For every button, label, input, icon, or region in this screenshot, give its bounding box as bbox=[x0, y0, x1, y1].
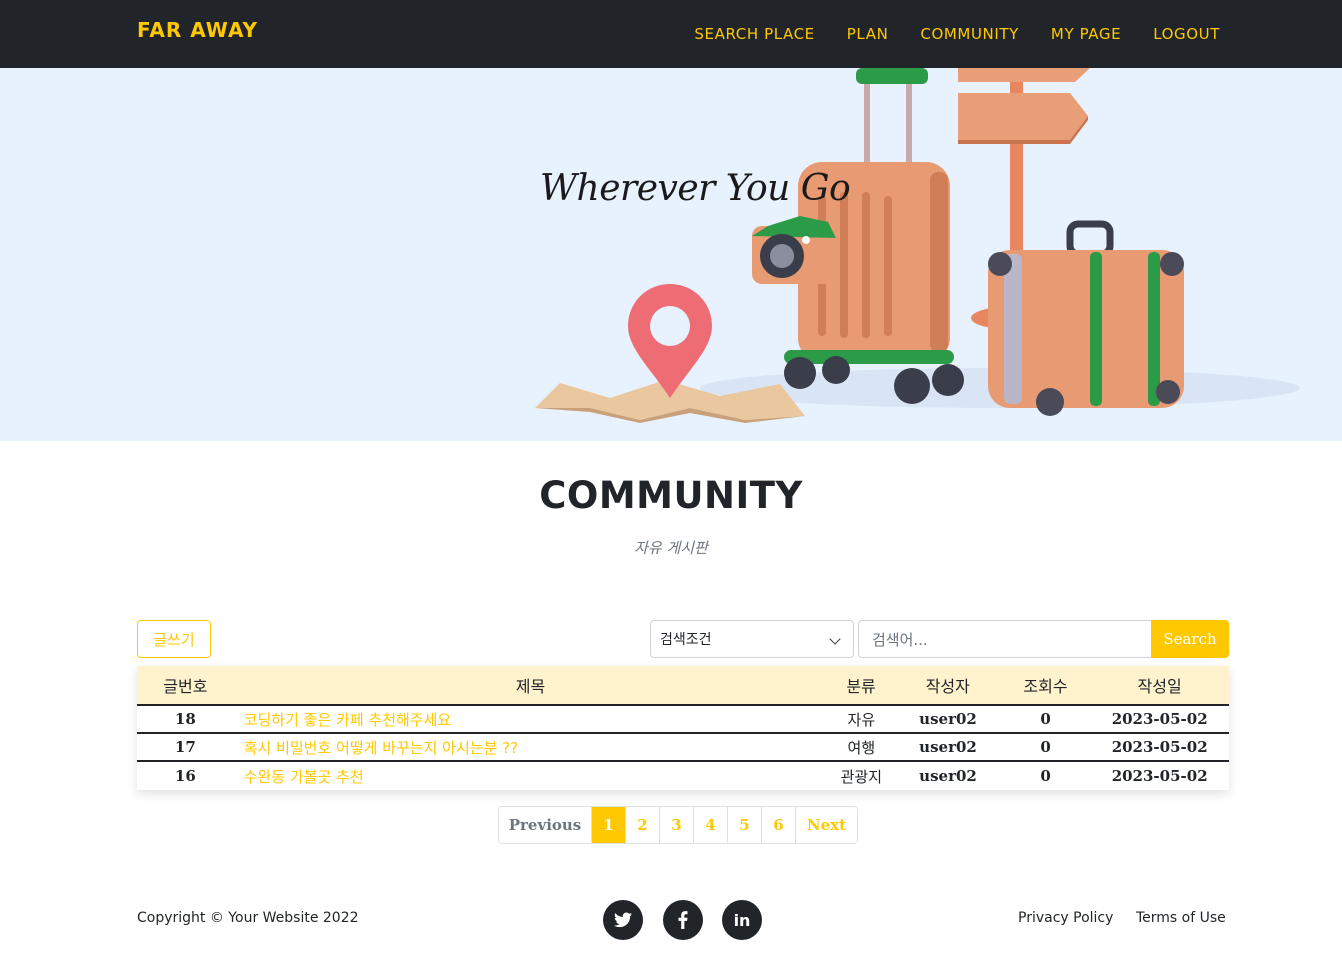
cell-date: 2023-05-02 bbox=[1111, 767, 1208, 785]
header-views: 조회수 bbox=[1023, 677, 1068, 696]
navbar: FAR AWAY SEARCH PLACE PLAN COMMUNITY MY … bbox=[0, 0, 1342, 68]
page-1-button[interactable]: 1 bbox=[592, 807, 626, 843]
hero-tagline: Wherever You Go bbox=[540, 168, 851, 209]
previous-page-button[interactable]: Previous bbox=[499, 807, 592, 843]
page-3-button[interactable]: 3 bbox=[660, 807, 694, 843]
nav-search-place[interactable]: SEARCH PLACE bbox=[694, 25, 814, 43]
write-post-button[interactable]: 글쓰기 bbox=[137, 620, 211, 658]
nav-community[interactable]: COMMUNITY bbox=[920, 25, 1019, 43]
cell-no: 16 bbox=[174, 767, 196, 785]
search-button[interactable]: Search bbox=[1151, 620, 1229, 658]
table-row: 18 코딩하기 좋은 카페 추천해주세요 자유 user02 0 2023-05… bbox=[137, 706, 1229, 734]
linkedin-button[interactable]: in bbox=[722, 900, 762, 940]
chevron-down-icon bbox=[829, 633, 841, 645]
brand-logo[interactable]: FAR AWAY bbox=[137, 18, 258, 42]
twitter-icon bbox=[614, 912, 632, 928]
copyright-text: Copyright © Your Website 2022 bbox=[137, 910, 359, 926]
page-title: COMMUNITY bbox=[539, 474, 803, 517]
cell-author: user02 bbox=[919, 767, 977, 785]
page-2-button[interactable]: 2 bbox=[626, 807, 660, 843]
page-4-button[interactable]: 4 bbox=[694, 807, 728, 843]
pagination: Previous 1 2 3 4 5 6 Next bbox=[498, 806, 858, 844]
cell-author: user02 bbox=[919, 710, 977, 728]
travel-illustration bbox=[535, 68, 1300, 423]
facebook-button[interactable] bbox=[663, 900, 703, 940]
table-row: 16 수완동 가볼곳 추천 관광지 user02 0 2023-05-02 bbox=[137, 762, 1229, 790]
search-condition-value: 검색조건 bbox=[660, 632, 712, 648]
cell-views: 0 bbox=[1040, 738, 1051, 756]
header-author: 작성자 bbox=[925, 677, 970, 696]
page-5-button[interactable]: 5 bbox=[728, 807, 762, 843]
board-table: 글번호 제목 분류 작성자 조회수 작성일 18 코딩하기 좋은 카페 추천해주… bbox=[137, 666, 1229, 790]
page-6-button[interactable]: 6 bbox=[762, 807, 796, 843]
cell-views: 0 bbox=[1040, 710, 1051, 728]
cell-no: 17 bbox=[174, 738, 196, 756]
linkedin-icon: in bbox=[733, 910, 751, 930]
hero-banner: Wherever You Go bbox=[0, 68, 1342, 441]
header-category: 분류 bbox=[846, 677, 876, 696]
cell-category: 여행 bbox=[847, 738, 876, 757]
cell-author: user02 bbox=[919, 738, 977, 756]
nav-plan[interactable]: PLAN bbox=[847, 25, 889, 43]
cell-date: 2023-05-02 bbox=[1111, 710, 1208, 728]
search-condition-select[interactable]: 검색조건 bbox=[650, 620, 854, 658]
cell-date: 2023-05-02 bbox=[1111, 738, 1208, 756]
search-placeholder: 검색어... bbox=[872, 630, 928, 649]
cell-category: 자유 bbox=[847, 710, 876, 729]
next-page-button[interactable]: Next bbox=[796, 807, 857, 843]
post-title-link[interactable]: 혹시 비밀번호 어떻게 바꾸는지 아시는분 ?? bbox=[234, 737, 828, 758]
search-input[interactable]: 검색어... bbox=[858, 620, 1152, 658]
twitter-button[interactable] bbox=[603, 900, 643, 940]
terms-of-use-link[interactable]: Terms of Use bbox=[1136, 910, 1226, 926]
cell-category: 관광지 bbox=[840, 767, 883, 786]
nav-logout[interactable]: LOGOUT bbox=[1153, 25, 1220, 43]
facebook-icon bbox=[678, 911, 688, 929]
header-title: 제목 bbox=[515, 677, 546, 696]
post-title-link[interactable]: 코딩하기 좋은 카페 추천해주세요 bbox=[234, 709, 828, 730]
table-header-row: 글번호 제목 분류 작성자 조회수 작성일 bbox=[137, 666, 1229, 706]
privacy-policy-link[interactable]: Privacy Policy bbox=[1018, 910, 1113, 926]
page-subtitle: 자유 게시판 bbox=[634, 539, 708, 557]
post-title-link[interactable]: 수완동 가볼곳 추천 bbox=[234, 766, 828, 787]
nav-links: SEARCH PLACE PLAN COMMUNITY MY PAGE LOGO… bbox=[694, 0, 1220, 68]
cell-views: 0 bbox=[1040, 767, 1051, 785]
header-date: 작성일 bbox=[1137, 677, 1182, 696]
nav-my-page[interactable]: MY PAGE bbox=[1051, 25, 1121, 43]
cell-no: 18 bbox=[174, 710, 196, 728]
header-no: 글번호 bbox=[163, 677, 208, 696]
table-row: 17 혹시 비밀번호 어떻게 바꾸는지 아시는분 ?? 여행 user02 0 … bbox=[137, 734, 1229, 762]
